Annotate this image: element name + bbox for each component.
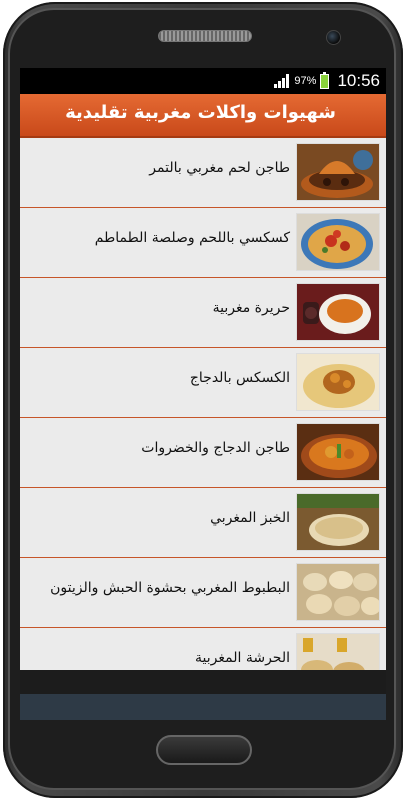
list-item[interactable]: كسكسي باللحم وصلصة الطماطم <box>20 208 386 278</box>
recipe-title: طاجن الدجاج والخضروات <box>141 440 290 456</box>
earpiece-speaker <box>158 30 252 42</box>
status-bar: 97% 10:56 <box>20 68 386 94</box>
chicken-vegetable-tagine-photo <box>297 424 379 480</box>
couscous-tomato-photo <box>297 214 379 270</box>
screen: 97% 10:56 شهيوات واكلات مغربية تقليدية ط… <box>20 68 386 720</box>
recipe-thumbnail <box>296 563 380 621</box>
list-item[interactable]: طاجن الدجاج والخضروات <box>20 418 386 488</box>
recipe-thumbnail <box>296 423 380 481</box>
app-header: شهيوات واكلات مغربية تقليدية <box>20 94 386 138</box>
recipe-title: حريرة مغربية <box>212 300 290 316</box>
navigation-bar <box>20 694 386 720</box>
batbout-photo <box>297 564 379 620</box>
battery-percentage: 97% <box>294 75 317 87</box>
recipe-title: كسكسي باللحم وصلصة الطماطم <box>94 230 290 246</box>
list-item[interactable]: الكسكس بالدجاج <box>20 348 386 418</box>
tagine-dates-photo <box>297 144 379 200</box>
chicken-couscous-photo <box>297 354 379 410</box>
list-item[interactable]: حريرة مغربية <box>20 278 386 348</box>
home-button[interactable] <box>156 735 252 765</box>
ad-banner-area <box>20 670 386 694</box>
recipe-title: البطبوط المغربي بحشوة الحبش والزيتون <box>50 580 290 596</box>
recipe-thumbnail <box>296 493 380 551</box>
signal-icon <box>274 74 290 88</box>
recipe-thumbnail <box>296 353 380 411</box>
app-title: شهيوات واكلات مغربية تقليدية <box>65 102 336 123</box>
battery-icon <box>320 71 330 89</box>
recipe-title: الحرشة المغربية <box>195 650 290 666</box>
harcha-photo <box>297 634 379 670</box>
moroccan-bread-photo <box>297 494 379 550</box>
recipe-thumbnail <box>296 143 380 201</box>
recipe-thumbnail <box>296 213 380 271</box>
recipe-title: الخبز المغربي <box>210 510 290 526</box>
list-item[interactable]: البطبوط المغربي بحشوة الحبش والزيتون <box>20 558 386 628</box>
recipe-thumbnail <box>296 633 380 670</box>
list-item[interactable]: الخبز المغربي <box>20 488 386 558</box>
recipe-list[interactable]: طاجن لحم مغربي بالتمر كسكسي باللحم وصلصة… <box>20 138 386 670</box>
list-item[interactable]: طاجن لحم مغربي بالتمر <box>20 138 386 208</box>
harira-soup-photo <box>297 284 379 340</box>
phone-frame: 97% 10:56 شهيوات واكلات مغربية تقليدية ط… <box>0 0 408 800</box>
recipe-thumbnail <box>296 283 380 341</box>
list-item[interactable]: الحرشة المغربية <box>20 628 386 670</box>
clock: 10:56 <box>337 71 380 90</box>
recipe-title: طاجن لحم مغربي بالتمر <box>149 160 290 176</box>
front-camera-icon <box>326 30 341 45</box>
recipe-title: الكسكس بالدجاج <box>189 370 290 386</box>
